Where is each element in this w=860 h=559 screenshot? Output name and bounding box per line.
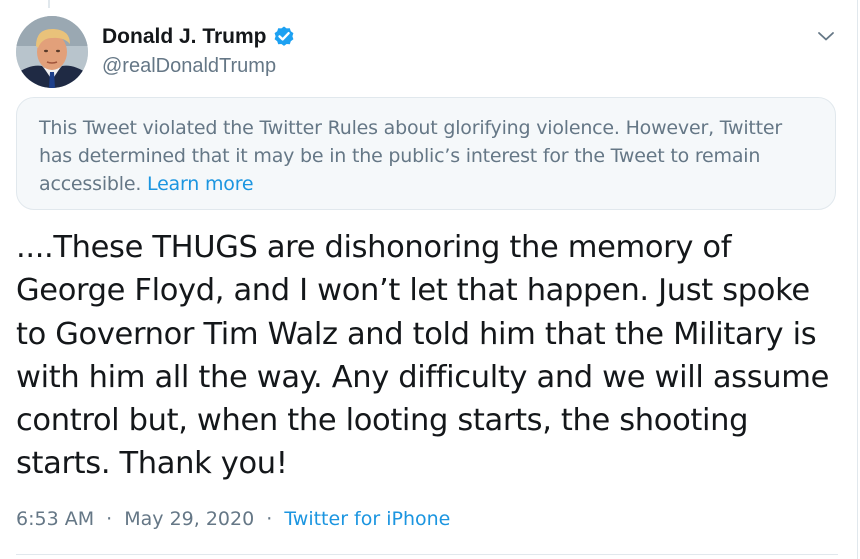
user-handle[interactable]: @realDonaldTrump: [102, 55, 296, 78]
thread-connector: [48, 0, 50, 8]
learn-more-link[interactable]: Learn more: [147, 173, 254, 195]
tweet-card: Donald J. Trump @realDonaldTrump This Tw…: [0, 0, 860, 559]
profile-photo-icon: [16, 16, 88, 88]
tweet-date[interactable]: May 29, 2020: [124, 508, 254, 530]
tweet-meta: 6:53 AM · May 29, 2020 · Twitter for iPh…: [16, 508, 450, 530]
chevron-down-icon[interactable]: [812, 22, 840, 50]
card-border: [857, 0, 858, 559]
divider: [16, 554, 838, 555]
avatar[interactable]: [16, 16, 88, 88]
meta-separator: ·: [266, 508, 273, 530]
meta-separator: ·: [106, 508, 113, 530]
tweet-text: ....These THUGS are dishonoring the memo…: [16, 230, 829, 482]
verified-badge-icon: [272, 25, 296, 49]
display-name[interactable]: Donald J. Trump: [102, 25, 267, 49]
author-block: Donald J. Trump @realDonaldTrump: [102, 22, 296, 78]
tweet-time[interactable]: 6:53 AM: [16, 508, 94, 530]
rules-violation-notice: This Tweet violated the Twitter Rules ab…: [16, 97, 836, 210]
name-row: Donald J. Trump: [102, 22, 296, 52]
tweet-source-link[interactable]: Twitter for iPhone: [284, 508, 450, 530]
